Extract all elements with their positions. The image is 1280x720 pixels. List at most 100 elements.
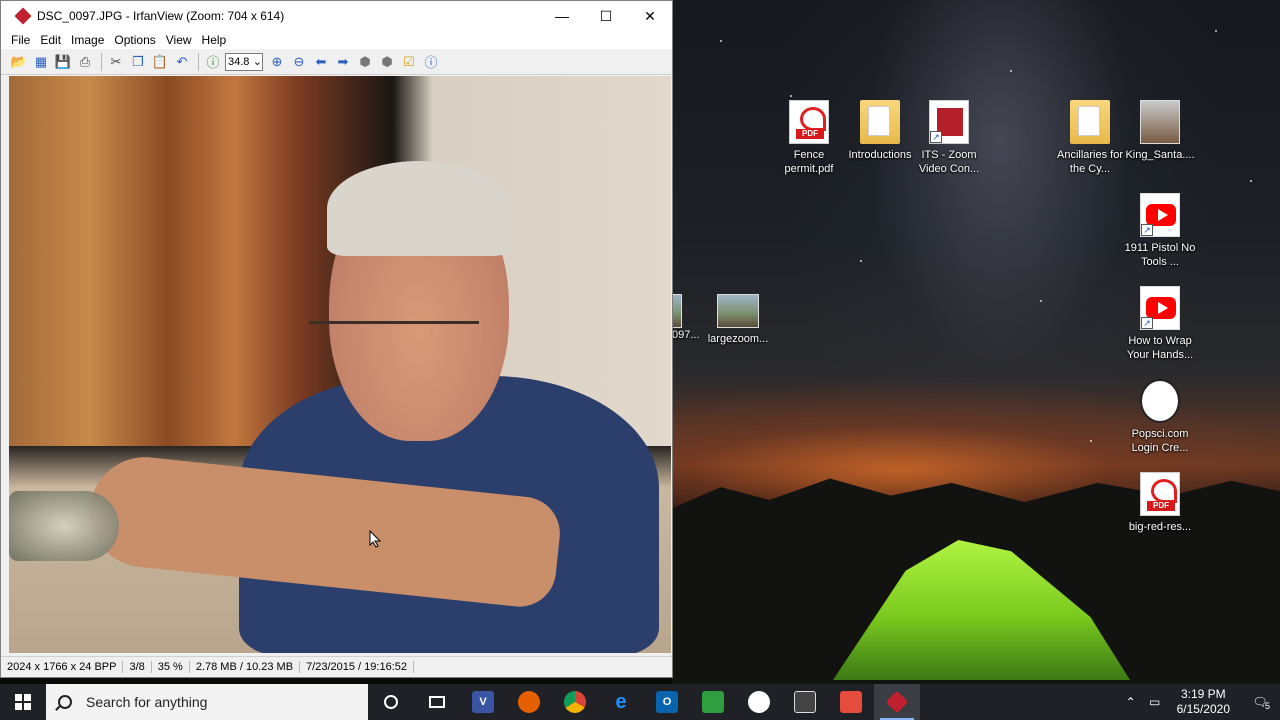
text-file-icon	[1140, 379, 1180, 423]
taskbar-chrome[interactable]	[552, 684, 598, 720]
close-button[interactable]: ✕	[628, 1, 672, 31]
pdf-icon: PDF	[1140, 472, 1180, 516]
chrome-icon	[564, 691, 586, 713]
calculator-icon	[794, 691, 816, 713]
taskbar-app-dog[interactable]	[736, 684, 782, 720]
window-title: DSC_0097.JPG - IrfanView (Zoom: 704 x 61…	[37, 9, 285, 23]
thumbnails-icon[interactable]: ▦	[31, 52, 51, 72]
image-icon	[1140, 100, 1180, 144]
minimize-button[interactable]: —	[540, 1, 584, 31]
camtasia-icon	[702, 691, 724, 713]
taskbar-calculator[interactable]	[782, 684, 828, 720]
previous-image-icon[interactable]: ⬅	[311, 52, 331, 72]
recorder-icon	[840, 691, 862, 713]
dog-app-icon	[748, 691, 770, 713]
menu-help[interactable]: Help	[200, 33, 229, 47]
clock-date: 6/15/2020	[1176, 702, 1230, 716]
status-dimensions: 2024 x 1766 x 24 BPP	[1, 661, 124, 673]
search-box[interactable]: Search for anything	[46, 684, 368, 720]
status-size: 2.78 MB / 10.23 MB	[190, 661, 301, 673]
info-icon[interactable]: ⓘ	[203, 52, 223, 72]
menu-view[interactable]: View	[164, 33, 194, 47]
desktop-icon-introductions[interactable]: Introductions	[842, 100, 918, 162]
desktop-icon-fence-permit[interactable]: PDF Fence permit.pdf	[771, 100, 847, 176]
search-icon	[58, 695, 72, 709]
menu-options[interactable]: Options	[112, 33, 157, 47]
slideshow-icon[interactable]: ☑	[399, 52, 419, 72]
task-view-icon	[429, 696, 445, 708]
desktop-icon-big-red[interactable]: PDF big-red-res...	[1122, 472, 1198, 534]
desktop-icon-king-santa[interactable]: King_Santa....	[1122, 100, 1198, 162]
notification-icon[interactable]: 🗨 5	[1240, 695, 1280, 711]
notification-count: 5	[1264, 701, 1270, 711]
open-icon[interactable]: 📂	[9, 52, 29, 72]
image-icon	[717, 294, 759, 328]
taskbar-visio[interactable]: V	[460, 684, 506, 720]
irfanview-app-icon	[15, 8, 31, 24]
undo-icon[interactable]: ↶	[172, 52, 192, 72]
system-tray: ⌃ ▭ 3:19 PM 6/15/2020 🗨 5	[1119, 684, 1280, 720]
task-view-button[interactable]	[414, 684, 460, 720]
desktop-icon-dsc-partial[interactable]: 097....	[672, 294, 700, 342]
start-button[interactable]	[0, 684, 46, 720]
next-image-icon[interactable]: ➡	[333, 52, 353, 72]
last-image-icon[interactable]: ⬢	[377, 52, 397, 72]
chevron-up-icon[interactable]: ⌃	[1119, 695, 1143, 709]
cut-icon[interactable]: ✂	[106, 52, 126, 72]
zoom-value: 34.8	[228, 55, 250, 68]
menu-bar: File Edit Image Options View Help	[1, 31, 672, 49]
zoom-select[interactable]: 34.8 ⌄	[225, 52, 263, 71]
menu-file[interactable]: File	[9, 33, 32, 47]
folder-icon	[1070, 100, 1110, 144]
desktop-icon-how-to-wrap[interactable]: ↗ How to Wrap Your Hands...	[1122, 286, 1198, 362]
irfanview-window: DSC_0097.JPG - IrfanView (Zoom: 704 x 61…	[0, 0, 673, 678]
menu-edit[interactable]: Edit	[38, 33, 63, 47]
copy-icon[interactable]: ❐	[128, 52, 148, 72]
help-icon[interactable]: ⓘ	[421, 52, 441, 72]
taskbar-firefox[interactable]	[506, 684, 552, 720]
paste-icon[interactable]: 📋	[150, 52, 170, 72]
network-icon[interactable]: ▭	[1143, 695, 1167, 709]
clock[interactable]: 3:19 PM 6/15/2020	[1177, 687, 1230, 717]
maximize-button[interactable]: ☐	[584, 1, 628, 31]
folder-icon	[860, 100, 900, 144]
windows-icon	[15, 694, 31, 710]
cortana-button[interactable]	[368, 684, 414, 720]
status-index: 3/8	[123, 661, 152, 673]
irfanview-icon	[885, 690, 909, 714]
outlook-icon: O	[656, 691, 678, 713]
zoom-out-icon[interactable]: ⊖	[289, 52, 309, 72]
desktop-icon-its-zoom[interactable]: ↗ ITS - Zoom Video Con...	[911, 100, 987, 176]
taskbar-edge[interactable]: e	[598, 684, 644, 720]
taskbar-camtasia-recorder[interactable]	[828, 684, 874, 720]
first-image-icon[interactable]: ⬢	[355, 52, 375, 72]
desktop-icon-popsci[interactable]: Popsci.com Login Cre...	[1122, 379, 1198, 455]
zoom-app-icon: ↗	[929, 100, 969, 144]
taskbar: Search for anything V e O ⌃ ▭ 3:19 PM 6/…	[0, 684, 1280, 720]
title-bar[interactable]: DSC_0097.JPG - IrfanView (Zoom: 704 x 61…	[1, 1, 672, 31]
ie-icon: e	[615, 690, 627, 713]
search-placeholder: Search for anything	[86, 694, 208, 710]
visio-icon: V	[472, 691, 494, 713]
image-view[interactable]	[9, 76, 671, 653]
status-datetime: 7/23/2015 / 19:16:52	[300, 661, 414, 673]
menu-image[interactable]: Image	[69, 33, 106, 47]
taskbar-camtasia[interactable]	[690, 684, 736, 720]
status-zoom: 35 %	[152, 661, 190, 673]
status-bar: 2024 x 1766 x 24 BPP 3/8 35 % 2.78 MB / …	[1, 656, 672, 677]
save-icon[interactable]: 💾	[53, 52, 73, 72]
clock-time: 3:19 PM	[1180, 687, 1226, 701]
youtube-icon: ↗	[1140, 193, 1180, 237]
zoom-in-icon[interactable]: ⊕	[267, 52, 287, 72]
print-icon[interactable]: ⎙	[75, 52, 95, 72]
photo-hair	[327, 161, 512, 256]
desktop-icon-1911-pistol[interactable]: ↗ 1911 Pistol No Tools ...	[1122, 193, 1198, 269]
youtube-icon: ↗	[1140, 286, 1180, 330]
chevron-down-icon: ⌄	[252, 56, 262, 68]
taskbar-irfanview[interactable]	[874, 684, 920, 720]
photo-glasses	[309, 321, 479, 351]
desktop-icon-largezoom[interactable]: largezoom...	[700, 294, 776, 346]
taskbar-outlook[interactable]: O	[644, 684, 690, 720]
desktop-icon-ancillaries[interactable]: Ancillaries for the Cy...	[1052, 100, 1128, 176]
photo-bowl	[9, 491, 119, 561]
